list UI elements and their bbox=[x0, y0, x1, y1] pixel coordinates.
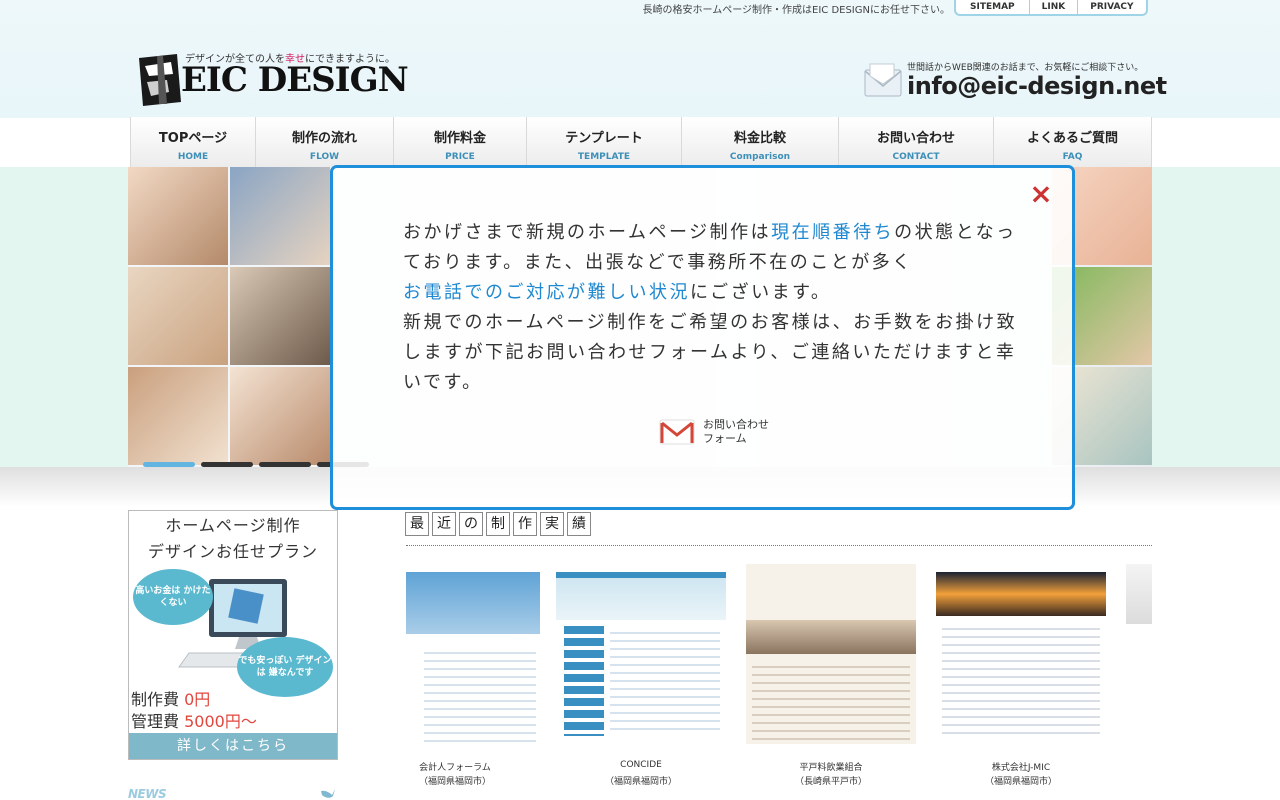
work-thumbnail bbox=[406, 564, 540, 744]
nav-sublabel: HOME bbox=[177, 152, 209, 162]
work-location: （福岡県福岡市） bbox=[604, 777, 677, 787]
title-char: 実 bbox=[540, 512, 564, 536]
slider-dot[interactable] bbox=[143, 462, 195, 467]
photo-family bbox=[128, 167, 228, 265]
title-char: 制 bbox=[486, 512, 510, 536]
nav-sublabel: Comparison bbox=[729, 152, 791, 162]
nav-label: テンプレート bbox=[565, 131, 643, 146]
site-logo[interactable]: デザインが全ての人を幸せにできますように。 EIC DESIGN bbox=[137, 48, 409, 114]
nav-sublabel: FLOW bbox=[309, 152, 340, 162]
notice-modal: × おかげさまで新規のホームページ制作は現在順番待ちの状態となっております。また… bbox=[330, 165, 1075, 510]
logo-mark-icon bbox=[139, 54, 181, 106]
work-card[interactable]: 平戸料飲業組合 （長崎県平戸市） bbox=[746, 564, 916, 794]
privacy-link[interactable]: PRIVACY bbox=[1077, 0, 1145, 14]
work-thumbnail bbox=[746, 564, 916, 744]
logo-text: EIC DESIGN bbox=[181, 60, 409, 100]
nav-item-price[interactable]: 制作料金 PRICE bbox=[394, 117, 527, 167]
work-location: （福岡県福岡市） bbox=[418, 777, 491, 787]
global-nav: TOPページ HOME 制作の流れ FLOW 制作料金 PRICE テンプレート… bbox=[130, 117, 1152, 167]
banner-price-build: 制作費 0円 bbox=[131, 690, 211, 709]
header-contact: 世間話からWEB関連のお話まで、お気軽にご相談下さい。 info@eic-des… bbox=[864, 58, 1167, 102]
mail-icon bbox=[659, 419, 695, 445]
banner-price-maintenance: 管理費 5000円～ bbox=[131, 712, 257, 731]
contact-form-button[interactable]: お問い合わせ フォーム bbox=[659, 418, 793, 446]
banner-bubble: でも安っぽい デザインは 嫌なんです bbox=[237, 637, 333, 697]
nav-sublabel: FAQ bbox=[1062, 152, 1083, 162]
banner-details-button[interactable]: 詳しくはこちら bbox=[129, 733, 337, 759]
banner-bubble: 高いお金は かけたくない bbox=[133, 569, 213, 625]
nav-label: 制作の流れ bbox=[291, 131, 357, 146]
notice-message: おかげさまで新規のホームページ制作は現在順番待ちの状態となっております。また、出… bbox=[403, 222, 1018, 393]
work-card[interactable]: 会計人フォーラム （福岡県福岡市） bbox=[406, 564, 540, 794]
nav-sublabel: PRICE bbox=[445, 152, 475, 162]
title-char: 績 bbox=[567, 512, 591, 536]
nav-label: お問い合わせ bbox=[876, 131, 955, 146]
nav-label: TOPページ bbox=[158, 131, 228, 146]
news-heading: NEWS bbox=[128, 787, 167, 800]
link-link[interactable]: LINK bbox=[1028, 0, 1078, 14]
photo-elderly-man bbox=[230, 167, 330, 265]
slider-dot[interactable] bbox=[259, 462, 311, 467]
nav-item-home[interactable]: TOPページ HOME bbox=[131, 117, 256, 167]
work-location: （長崎県平戸市） bbox=[794, 777, 867, 787]
work-name: CONCIDE bbox=[620, 760, 662, 770]
close-icon[interactable]: × bbox=[1028, 180, 1054, 208]
nav-item-flow[interactable]: 制作の流れ FLOW bbox=[256, 117, 394, 167]
work-card[interactable] bbox=[1126, 564, 1152, 794]
envelope-icon bbox=[864, 63, 902, 97]
nav-label: 制作料金 bbox=[433, 131, 486, 146]
utility-nav: SITEMAP LINK PRIVACY bbox=[954, 0, 1148, 16]
work-card[interactable]: CONCIDE （福岡県福岡市） bbox=[556, 564, 726, 794]
work-name: 株式会社J-MIC bbox=[991, 763, 1051, 773]
header-tagline: 長崎の格安ホームページ制作・作成はEIC DESIGNにお任せ下さい。 bbox=[642, 5, 950, 16]
work-thumbnail bbox=[1126, 564, 1152, 744]
contact-email-link[interactable]: info@eic-design.net bbox=[907, 72, 1167, 100]
title-char: 作 bbox=[513, 512, 537, 536]
work-name: 平戸料飲業組合 bbox=[799, 763, 863, 773]
nav-sublabel: CONTACT bbox=[892, 152, 940, 162]
banner-title: ホームページ制作 デザインお任せプラン bbox=[147, 516, 318, 561]
nav-item-template[interactable]: テンプレート TEMPLATE bbox=[527, 117, 682, 167]
nav-label: よくあるご質問 bbox=[1026, 131, 1118, 146]
nav-sublabel: TEMPLATE bbox=[577, 152, 631, 162]
work-thumbnail bbox=[936, 564, 1106, 744]
works-divider bbox=[406, 545, 1152, 546]
nav-item-comparison[interactable]: 料金比較 Comparison bbox=[682, 117, 839, 167]
nav-label: 料金比較 bbox=[733, 131, 786, 146]
work-thumbnail bbox=[556, 564, 726, 744]
title-char: の bbox=[459, 512, 483, 536]
photo-woman-writing bbox=[128, 367, 228, 465]
sitemap-link[interactable]: SITEMAP bbox=[956, 0, 1029, 14]
slider-dot[interactable] bbox=[201, 462, 253, 467]
works-carousel: 会計人フォーラム （福岡県福岡市） CONCIDE （福岡県福岡市） 平戸料飲業… bbox=[406, 560, 1152, 800]
recent-works-title: 最 近 の 制 作 実 績 bbox=[405, 512, 591, 536]
photo-woman-profile bbox=[230, 367, 330, 465]
bird-icon bbox=[321, 789, 335, 798]
work-card[interactable]: 株式会社J-MIC （福岡県福岡市） bbox=[936, 564, 1106, 794]
nav-item-contact[interactable]: お問い合わせ CONTACT bbox=[839, 117, 994, 167]
photo-woman-smiling bbox=[128, 267, 228, 365]
work-location: （福岡県福岡市） bbox=[984, 777, 1057, 787]
title-char: 最 bbox=[405, 512, 429, 536]
photo-woman-hat bbox=[230, 267, 330, 365]
title-char: 近 bbox=[432, 512, 456, 536]
work-name: 会計人フォーラム bbox=[419, 763, 491, 773]
design-plan-banner[interactable]: ホームページ制作 デザインお任せプラン 高いお金は かけたくない でも安っぽい デ… bbox=[128, 510, 338, 760]
contact-form-label: お問い合わせ フォーム bbox=[703, 418, 769, 445]
nav-item-faq[interactable]: よくあるご質問 FAQ bbox=[994, 117, 1152, 167]
